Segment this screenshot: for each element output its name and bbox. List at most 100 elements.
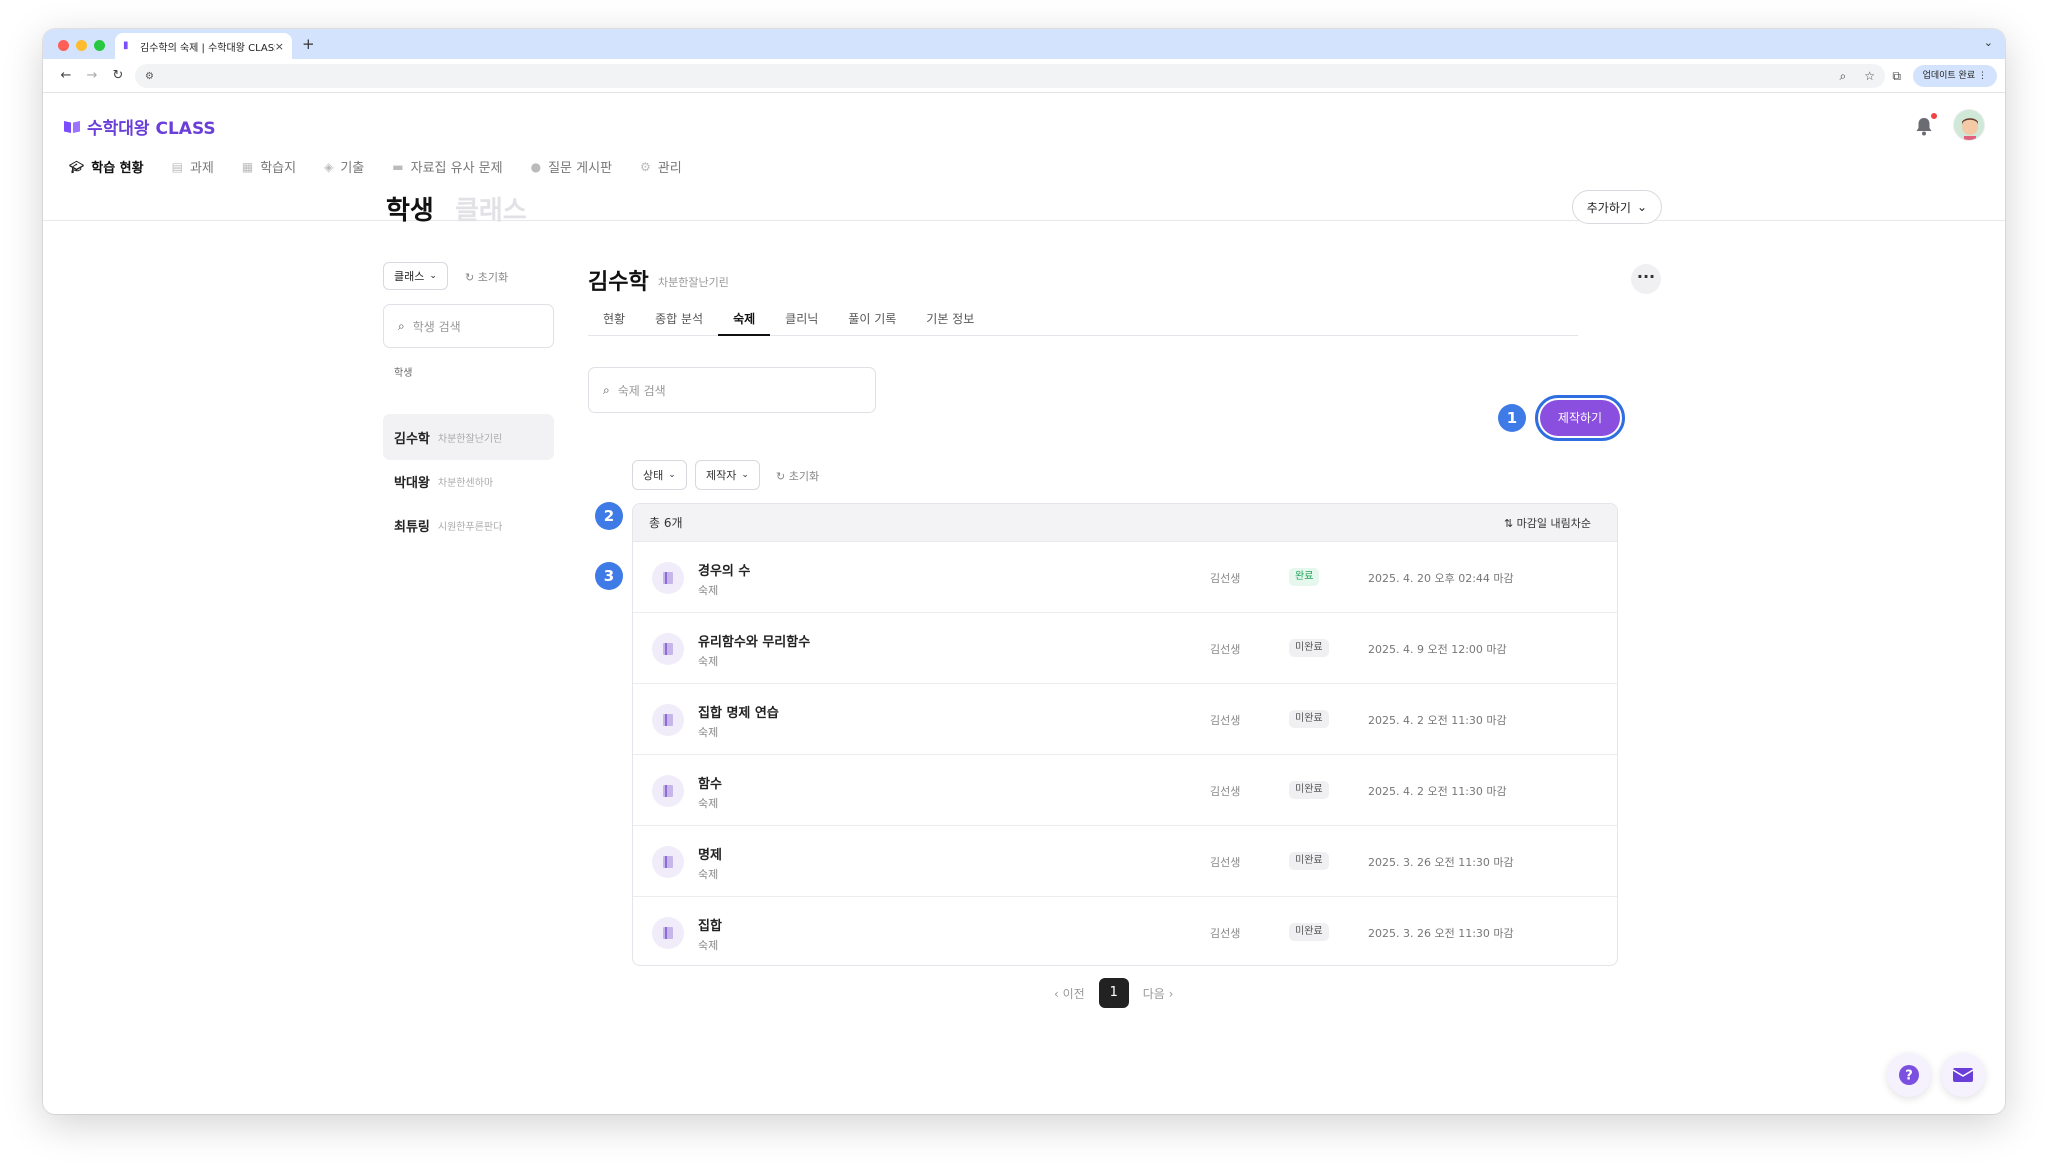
homework-deadline: 2025. 4. 20 오후 02:44 마감 [1368, 572, 1514, 585]
browser-tab[interactable]: ▮ 김수학의 숙제 | 수학대왕 CLASS × [115, 33, 292, 59]
bookmark-star-icon[interactable]: ☆ [1864, 69, 1875, 84]
back-arrow-icon[interactable]: ← [53, 68, 79, 83]
pagination: ‹ 이전 1 다음 › [1054, 978, 1173, 1008]
student-nickname: 시원한푸른판다 [437, 521, 503, 533]
homework-author: 김선생 [1210, 927, 1241, 940]
homework-search-input[interactable]: ⌕ 숙제 검색 [588, 367, 876, 413]
status-badge: 미완료 [1289, 852, 1329, 870]
homework-deadline: 2025. 4. 9 오전 12:00 마감 [1368, 643, 1507, 656]
homework-row[interactable]: 경우의 수 숙제 김선생 완료 2025. 4. 20 오후 02:44 마감 [633, 542, 1617, 613]
homework-list: 총 6개 ⇅ 마감일 내림차순 경우의 수 숙제 김선생 완료 2025. 4.… [632, 503, 1618, 966]
close-window-button[interactable] [58, 40, 69, 51]
nav-item-question-board[interactable]: ● 질문 게시판 [530, 157, 612, 177]
search-icon: ⌕ [603, 382, 610, 397]
total-count: 총 6개 [649, 516, 683, 530]
chevron-down-icon: ⌄ [668, 470, 676, 480]
sort-arrows-icon: ⇅ [1503, 516, 1514, 530]
homework-type: 숙제 [698, 939, 719, 952]
homework-row[interactable]: 명제 숙제 김선생 미완료 2025. 3. 26 오전 11:30 마감 [633, 826, 1617, 897]
homework-document-icon [652, 633, 684, 665]
next-page-button[interactable]: 다음 › [1143, 985, 1174, 1002]
status-filter-dropdown[interactable]: 상태 ⌄ [632, 460, 687, 490]
app-header: 수학대왕 CLASS 🎓︎ 학습 현황 ▤ 과제 ▦ 학습지 ◈ 기출 ▬ 자료… [43, 93, 2005, 221]
new-tab-button[interactable]: + [302, 35, 315, 53]
site-settings-icon[interactable]: ⚙ [145, 71, 154, 82]
student-item[interactable]: 김수학 차분한잘난기린 [383, 414, 554, 460]
nav-item-learning-status[interactable]: 🎓︎ 학습 현황 [69, 157, 144, 177]
app-logo[interactable]: 수학대왕 CLASS [63, 114, 216, 139]
maximize-window-button[interactable] [94, 40, 105, 51]
nav-item-management[interactable]: ⚙ 관리 [640, 157, 682, 177]
class-filter-dropdown[interactable]: 클래스 ⌄ [383, 262, 448, 290]
make-homework-label: 제작하기 [1540, 400, 1620, 436]
nav-item-assignments[interactable]: ▤ 과제 [172, 157, 214, 177]
nav-label: 관리 [657, 161, 682, 176]
homework-row[interactable]: 집합 명제 연습 숙제 김선생 미완료 2025. 4. 2 오전 11:30 … [633, 684, 1617, 755]
chevron-down-icon: ⌄ [429, 271, 437, 281]
add-button[interactable]: 추가하기 ⌄ [1571, 190, 1662, 224]
author-filter-dropdown[interactable]: 제작자 ⌄ [695, 460, 760, 490]
browser-toolbar: ← → ↻ ⚙ ⌕ ☆ ⧉ G 업데이트 완료 ⋮ [43, 59, 2005, 93]
tab-homework[interactable]: 숙제 [718, 302, 771, 336]
question-icon: ? [1899, 1065, 1919, 1085]
update-button[interactable]: 업데이트 완료 ⋮ [1912, 65, 1997, 87]
prev-label: 이전 [1062, 986, 1085, 1001]
homework-document-icon [652, 846, 684, 878]
help-button[interactable]: ? [1887, 1053, 1931, 1097]
tab-basic-info[interactable]: 기본 정보 [911, 302, 989, 335]
nav-label: 학습 현황 [91, 161, 144, 176]
nav-label: 과제 [189, 161, 214, 176]
homework-row[interactable]: 유리함수와 무리함수 숙제 김선생 미완료 2025. 4. 9 오전 12:0… [633, 613, 1617, 684]
nav-item-past-exams[interactable]: ◈ 기출 [324, 157, 364, 177]
sort-label: 마감일 내림차순 [1516, 516, 1591, 530]
worksheet-icon: ▦ [241, 159, 254, 174]
homework-deadline: 2025. 3. 26 오전 11:30 마감 [1368, 856, 1514, 869]
layers-icon: ◈ [324, 159, 334, 174]
tab-clinic[interactable]: 클리닉 [770, 302, 833, 335]
student-search-input[interactable]: ⌕ 학생 검색 [383, 304, 554, 348]
address-bar[interactable]: ⚙ ⌕ ☆ [135, 64, 1885, 88]
page-number-button[interactable]: 1 [1098, 978, 1129, 1008]
tab-analysis[interactable]: 종합 분석 [640, 302, 718, 335]
homework-title: 경우의 수 [698, 564, 751, 579]
nav-item-worksheets[interactable]: ▦ 학습지 [241, 157, 296, 177]
reset-homework-filter-button[interactable]: ↻ 초기화 [776, 468, 819, 484]
homework-author: 김선생 [1210, 643, 1241, 656]
user-avatar[interactable] [1953, 109, 1985, 141]
author-filter-label: 제작자 [706, 469, 737, 482]
user-avatar-icon [1954, 110, 1984, 140]
tab-status[interactable]: 현황 [588, 302, 640, 335]
student-nickname-header: 차분한잘난기린 [658, 276, 729, 289]
refresh-icon: ↻ [776, 470, 786, 483]
chat-icon: ● [530, 159, 542, 174]
tab-solution-history[interactable]: 풀이 기록 [833, 302, 911, 335]
sort-dropdown[interactable]: ⇅ 마감일 내림차순 [1504, 515, 1601, 531]
zoom-icon[interactable]: ⌕ [1840, 69, 1847, 84]
homework-type: 숙제 [698, 584, 719, 597]
homework-row[interactable]: 함수 숙제 김선생 미완료 2025. 4. 2 오전 11:30 마감 [633, 755, 1617, 826]
chevron-down-icon: ⌄ [1636, 200, 1647, 214]
tab-search-chevron-icon[interactable]: ⌄ [1984, 36, 1993, 49]
student-item[interactable]: 최튜링 시원한푸른판다 [383, 502, 554, 548]
message-button[interactable] [1941, 1053, 1985, 1097]
page-title[interactable]: 학생 [386, 190, 434, 227]
homework-type: 숙제 [698, 655, 719, 668]
tab-close-icon[interactable]: × [275, 40, 284, 53]
homework-author: 김선생 [1210, 785, 1241, 798]
student-item[interactable]: 박대왕 차분한센하마 [383, 458, 554, 504]
nav-item-similar-problems[interactable]: ▬ 자료집 유사 문제 [392, 157, 503, 177]
minimize-window-button[interactable] [76, 40, 87, 51]
graduation-cap-icon: 🎓︎ [69, 159, 85, 174]
nav-label: 자료집 유사 문제 [410, 161, 503, 176]
extensions-puzzle-icon[interactable]: ⧉ [1892, 69, 1901, 84]
annotation-badge-2: 2 [595, 502, 623, 530]
page-title-class[interactable]: 클래스 [455, 190, 527, 227]
reload-icon[interactable]: ↻ [105, 68, 131, 83]
make-homework-button[interactable]: 제작하기 [1535, 395, 1625, 441]
reset-student-filter-button[interactable]: ↻ 초기화 [465, 269, 508, 285]
homework-row[interactable]: 집합 숙제 김선생 미완료 2025. 3. 26 오전 11:30 마감 [633, 897, 1617, 965]
homework-author: 김선생 [1210, 856, 1241, 869]
more-options-button[interactable]: ··· [1631, 264, 1661, 294]
prev-page-button[interactable]: ‹ 이전 [1054, 985, 1085, 1002]
forward-arrow-icon[interactable]: → [79, 68, 105, 83]
